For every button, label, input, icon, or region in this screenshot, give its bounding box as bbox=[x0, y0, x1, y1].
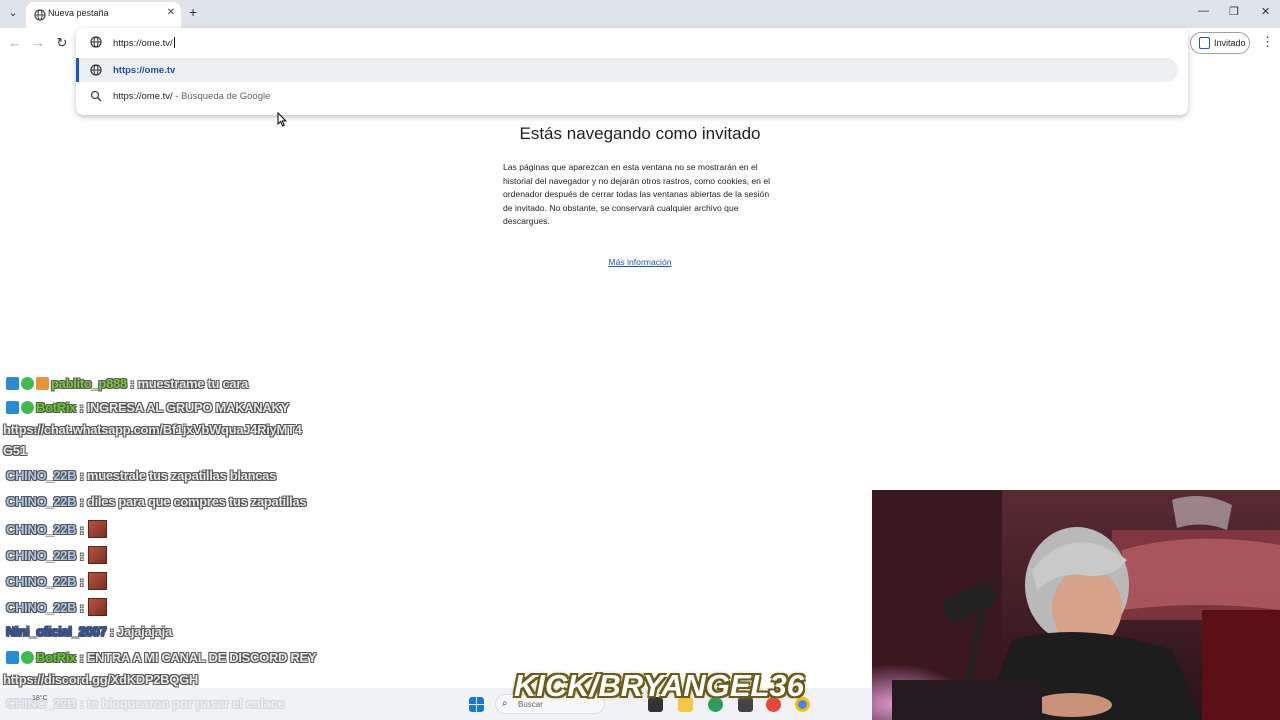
guest-description: Las páginas que aparezcan en esta ventan… bbox=[503, 162, 771, 227]
profile-guest-button[interactable]: Invitado bbox=[1190, 32, 1250, 54]
profile-label: Invitado bbox=[1214, 38, 1246, 48]
minimize-button[interactable]: — bbox=[1198, 5, 1209, 17]
chat-message: BotRix : INGRESA AL GRUPO MAKANAKY bbox=[6, 400, 289, 415]
windows-start-icon[interactable] bbox=[469, 697, 484, 712]
stream-watermark: KICK/BRYANGEL36 bbox=[514, 668, 804, 703]
search-icon: ⌕ bbox=[502, 698, 508, 709]
search-icon bbox=[90, 90, 102, 102]
reload-button[interactable]: ↻ bbox=[53, 34, 71, 52]
chat-username: CHINO_22B bbox=[6, 574, 77, 589]
chat-message: pablito_p888 : muestrame tu cara bbox=[6, 376, 248, 391]
screen: ⌄ Nueva pestaña ✕ + — ❐ ✕ ← → ↻ Invitado… bbox=[0, 0, 1280, 720]
tab-strip: ⌄ Nueva pestaña ✕ + — ❐ ✕ bbox=[0, 0, 1280, 28]
chat-username: BotRix bbox=[36, 650, 77, 665]
chat-message: CHINO_22B : bbox=[6, 572, 107, 590]
chat-text: : Jajajajaja bbox=[106, 624, 172, 639]
verified-badge-icon bbox=[21, 651, 34, 664]
address-bar[interactable]: https://ome.tv/ bbox=[76, 28, 1188, 56]
bot-badge-icon bbox=[6, 651, 19, 664]
chat-text: : INGRESA AL GRUPO MAKANAKY bbox=[76, 400, 289, 415]
more-info-link[interactable]: Más información bbox=[540, 257, 740, 267]
chat-text: : muestrale tus zapatillas blancas bbox=[76, 468, 277, 483]
globe-icon bbox=[90, 64, 102, 76]
suggestion-item[interactable]: https://ome.tv bbox=[76, 58, 1178, 82]
chat-text: : muestrame tu cara bbox=[126, 376, 249, 391]
tab-close-icon[interactable]: ✕ bbox=[167, 7, 175, 18]
forward-button[interactable]: → bbox=[29, 34, 47, 52]
chat-username: CHINO_22B bbox=[6, 522, 77, 537]
chat-username: BotRix bbox=[36, 400, 77, 415]
chat-message: Nini_oficial_2007 : Jajajajaja bbox=[6, 624, 172, 639]
webcam-feed bbox=[872, 490, 1280, 720]
chat-username: CHINO_22B bbox=[6, 468, 77, 483]
chat-username: Nini_oficial_2007 bbox=[6, 624, 107, 639]
chat-text: : ENTRA A MI CANAL DE DISCORD REY bbox=[76, 650, 317, 665]
bot-badge-icon bbox=[6, 401, 19, 414]
chat-message: G51 bbox=[3, 443, 27, 458]
tab-new-tab[interactable]: Nueva pestaña ✕ bbox=[26, 2, 181, 28]
chat-message: CHINO_22B : bbox=[6, 546, 107, 564]
chat-username: CHINO_22B bbox=[6, 600, 77, 615]
chat-message: CHINO_22B : diles para que compres tus z… bbox=[6, 494, 307, 509]
site-info-icon[interactable] bbox=[90, 36, 102, 48]
chat-text: : bbox=[76, 548, 84, 563]
chat-text: : bbox=[76, 574, 84, 589]
emote-icon bbox=[87, 546, 107, 564]
chat-message: BotRix : ENTRA A MI CANAL DE DISCORD REY bbox=[6, 650, 317, 665]
suggestion-item[interactable]: https://ome.tv/ - Búsqueda de Google bbox=[76, 84, 1178, 108]
suggestion-text: https://ome.tv/ - Búsqueda de Google bbox=[113, 91, 271, 102]
close-window-button[interactable]: ✕ bbox=[1261, 5, 1270, 18]
chat-username: CHINO_22B bbox=[6, 548, 77, 563]
chat-message: CHINO_22B : bbox=[6, 520, 107, 538]
verified-badge-icon bbox=[21, 401, 34, 414]
guest-title: Estás navegando como invitado bbox=[519, 124, 761, 143]
chat-text: https://chat.whatsapp.com/Bf1jxVbWquaJ4R… bbox=[3, 422, 302, 437]
new-tab-button[interactable]: + bbox=[189, 4, 197, 20]
emote-icon bbox=[87, 572, 107, 590]
chat-username: CHINO_22B bbox=[6, 494, 77, 509]
chat-text: : bbox=[76, 522, 84, 537]
sub-badge-icon bbox=[36, 377, 49, 390]
emote-icon bbox=[87, 598, 107, 616]
browser-menu-icon[interactable]: ⋮ bbox=[1261, 34, 1274, 50]
chat-username: pablito_p888 bbox=[51, 376, 127, 391]
omnibox-dropdown: https://ome.tv/ https://ome.tv https://o… bbox=[76, 28, 1188, 115]
tab-title: Nueva pestaña bbox=[48, 8, 109, 18]
tab-search-button[interactable]: ⌄ bbox=[4, 4, 22, 22]
globe-icon bbox=[34, 9, 46, 21]
chat-text: G51 bbox=[3, 443, 27, 458]
chat-message: https://discord.gg/XdKDP2BQGH bbox=[3, 672, 198, 687]
suggestion-text: https://ome.tv bbox=[113, 65, 176, 76]
chat-text: : bbox=[76, 600, 84, 615]
chat-message: https://chat.whatsapp.com/Bf1jxVbWquaJ4R… bbox=[3, 422, 302, 437]
chat-message: CHINO_22B : bbox=[6, 598, 107, 616]
emote-icon bbox=[87, 520, 107, 538]
chat-text: https://discord.gg/XdKDP2BQGH bbox=[3, 672, 198, 687]
verified-badge-icon bbox=[21, 377, 34, 390]
back-button[interactable]: ← bbox=[6, 34, 24, 52]
weather-widget[interactable]: 18°C bbox=[32, 695, 48, 702]
person-icon bbox=[1199, 37, 1210, 49]
mouse-cursor-icon bbox=[277, 112, 287, 127]
address-input[interactable]: https://ome.tv/ bbox=[113, 37, 175, 49]
chat-text: : diles para que compres tus zapatillas bbox=[76, 494, 307, 509]
bot-badge-icon bbox=[6, 377, 19, 390]
selection-indicator bbox=[76, 58, 79, 82]
maximize-button[interactable]: ❐ bbox=[1229, 5, 1239, 18]
chat-message: CHINO_22B : muestrale tus zapatillas bla… bbox=[6, 468, 276, 483]
